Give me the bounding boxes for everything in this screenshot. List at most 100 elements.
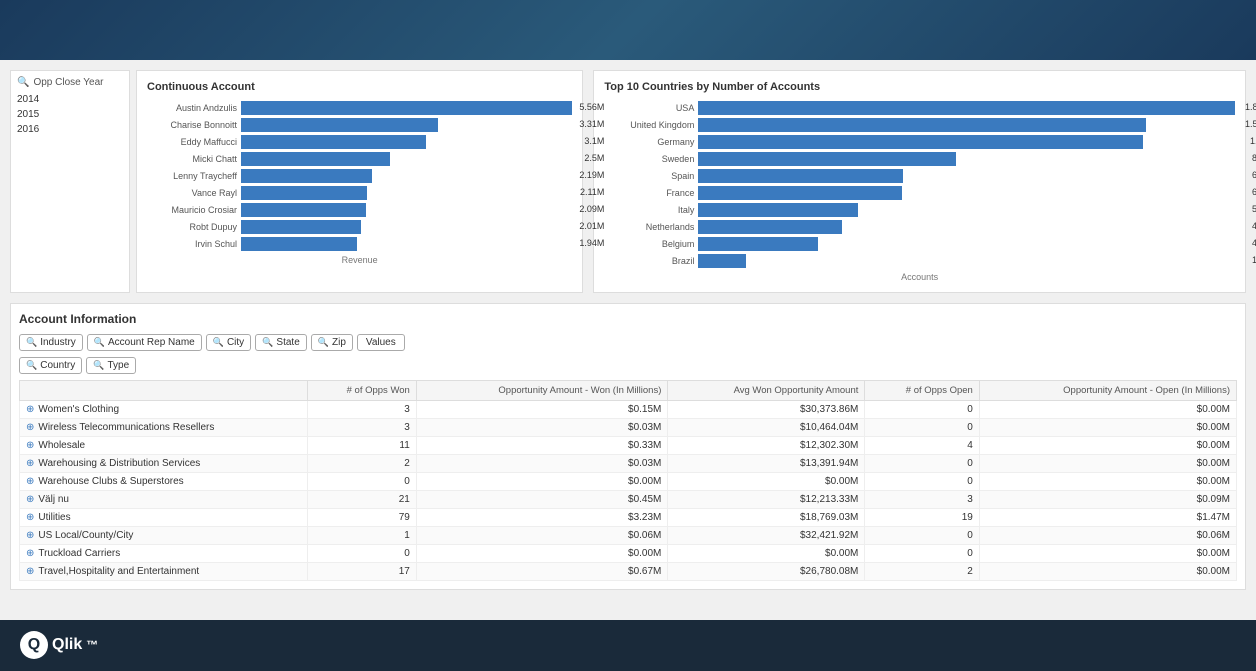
table-row[interactable]: ⊕Utilities 79 $3.23M $18,769.03M 19 $1.4…	[20, 509, 1237, 527]
country-bar-value: 484	[1252, 221, 1256, 231]
cont-bar-row: Vance Rayl 2.11M	[147, 186, 572, 200]
country-bar-value: 161	[1252, 255, 1256, 265]
country-bar-label: Sweden	[604, 154, 694, 164]
filter-chip-industry[interactable]: 🔍Industry	[19, 334, 83, 351]
cont-bar-fill	[241, 237, 357, 251]
row-opp-amt-won: $0.03M	[416, 419, 668, 437]
country-bar-row: Belgium 404	[604, 237, 1235, 251]
row-opp-amt-open: $0.00M	[979, 563, 1236, 581]
filter-chip-city[interactable]: 🔍City	[206, 334, 251, 351]
year-2015[interactable]: 2015	[17, 107, 123, 122]
cont-bar-fill	[241, 220, 361, 234]
country-bar-fill	[698, 101, 1235, 115]
filter-chip-country[interactable]: 🔍Country	[19, 357, 82, 374]
country-bar-container: 1.5k	[698, 135, 1235, 149]
filter-chip-zip[interactable]: 🔍Zip	[311, 334, 353, 351]
col-header-opp-amt-open: Opportunity Amount - Open (In Millions)	[979, 381, 1236, 401]
country-bar-container: 686	[698, 186, 1235, 200]
filter-chip-type[interactable]: 🔍Type	[86, 357, 136, 374]
cont-bar-label: Austin Andzulis	[147, 103, 237, 113]
top-countries-axis: Accounts	[604, 272, 1235, 282]
row-avg-won: $12,302.30M	[668, 437, 865, 455]
year-2014[interactable]: 2014	[17, 92, 123, 107]
cont-bar-value: 2.5M	[584, 153, 604, 163]
continuous-account-axis: Revenue	[147, 255, 572, 265]
cont-bar-value: 5.56M	[579, 102, 604, 112]
country-bar-fill	[698, 220, 841, 234]
country-bar-fill	[698, 118, 1146, 132]
table-row[interactable]: ⊕Wholesale 11 $0.33M $12,302.30M 4 $0.00…	[20, 437, 1237, 455]
country-bar-container: 689	[698, 169, 1235, 183]
table-row[interactable]: ⊕Välj nu 21 $0.45M $12,213.33M 3 $0.09M	[20, 491, 1237, 509]
cont-bar-label: Charise Bonnoitt	[147, 120, 237, 130]
row-opps-won: 79	[307, 509, 416, 527]
country-bar-row: Spain 689	[604, 169, 1235, 183]
row-name: ⊕Travel,Hospitality and Entertainment	[20, 563, 308, 581]
country-bar-fill	[698, 152, 956, 166]
row-name: ⊕Warehouse Clubs & Superstores	[20, 473, 308, 491]
row-avg-won: $18,769.03M	[668, 509, 865, 527]
cont-bar-fill	[241, 135, 426, 149]
cont-bar-container: 1.94M	[241, 237, 572, 251]
country-bar-container: 1.51k	[698, 118, 1235, 132]
main-content: 🔍 Opp Close Year 2014 2015 2016 Continuo…	[0, 60, 1256, 620]
row-opps-open: 4	[865, 437, 979, 455]
row-opp-amt-open: $0.00M	[979, 545, 1236, 563]
row-opp-amt-won: $0.15M	[416, 401, 668, 419]
table-row[interactable]: ⊕Travel,Hospitality and Entertainment 17…	[20, 563, 1237, 581]
row-avg-won: $10,464.04M	[668, 419, 865, 437]
search-icon: 🔍	[93, 360, 104, 371]
row-avg-won: $30,373.86M	[668, 401, 865, 419]
table-row[interactable]: ⊕Women's Clothing 3 $0.15M $30,373.86M 0…	[20, 401, 1237, 419]
year-2016[interactable]: 2016	[17, 122, 123, 137]
row-opps-won: 0	[307, 545, 416, 563]
filter-chip-account-rep-name[interactable]: 🔍Account Rep Name	[87, 334, 202, 351]
search-icon: 🔍	[318, 337, 329, 348]
cont-bar-value: 2.01M	[579, 221, 604, 231]
account-data-table: # of Opps Won Opportunity Amount - Won (…	[19, 380, 1237, 581]
country-bar-fill	[698, 169, 902, 183]
table-row[interactable]: ⊕US Local/County/City 1 $0.06M $32,421.9…	[20, 527, 1237, 545]
col-header-avg-won: Avg Won Opportunity Amount	[668, 381, 865, 401]
country-bar-container: 1.81k	[698, 101, 1235, 115]
row-opps-open: 0	[865, 419, 979, 437]
row-opps-won: 21	[307, 491, 416, 509]
cont-bar-container: 3.31M	[241, 118, 572, 132]
row-opps-won: 3	[307, 419, 416, 437]
search-icon: 🔍	[262, 337, 273, 348]
row-opps-open: 0	[865, 527, 979, 545]
row-avg-won: $32,421.92M	[668, 527, 865, 545]
cont-bar-container: 2.19M	[241, 169, 572, 183]
cont-bar-container: 2.5M	[241, 152, 572, 166]
country-bar-container: 404	[698, 237, 1235, 251]
cont-bar-row: Mauricio Crosiar 2.09M	[147, 203, 572, 217]
country-bar-container: 484	[698, 220, 1235, 234]
row-name: ⊕Välj nu	[20, 491, 308, 509]
col-header-opps-won: # of Opps Won	[307, 381, 416, 401]
table-row[interactable]: ⊕Wireless Telecommunications Resellers 3…	[20, 419, 1237, 437]
cont-bar-label: Robt Dupuy	[147, 222, 237, 232]
cont-bar-fill	[241, 203, 366, 217]
row-opps-won: 1	[307, 527, 416, 545]
charts-left-area: 🔍 Opp Close Year 2014 2015 2016 Continuo…	[10, 70, 583, 293]
filter-row-1: 🔍Industry🔍Account Rep Name🔍City🔍State🔍Zi…	[19, 334, 1237, 351]
filter-chip-state[interactable]: 🔍State	[255, 334, 307, 351]
row-opp-amt-open: $0.00M	[979, 455, 1236, 473]
account-info-section: Account Information 🔍Industry🔍Account Re…	[10, 303, 1246, 590]
cont-bar-row: Charise Bonnoitt 3.31M	[147, 118, 572, 132]
country-bar-row: USA 1.81k	[604, 101, 1235, 115]
table-row[interactable]: ⊕Warehousing & Distribution Services 2 $…	[20, 455, 1237, 473]
country-bar-value: 1.81k	[1245, 102, 1256, 112]
cont-bar-value: 2.19M	[579, 170, 604, 180]
country-bar-label: Brazil	[604, 256, 694, 266]
row-name: ⊕Warehousing & Distribution Services	[20, 455, 308, 473]
table-row[interactable]: ⊕Warehouse Clubs & Superstores 0 $0.00M …	[20, 473, 1237, 491]
cont-bar-fill	[241, 186, 367, 200]
values-button[interactable]: Values	[357, 334, 405, 351]
row-opp-amt-open: $0.00M	[979, 437, 1236, 455]
row-opps-open: 2	[865, 563, 979, 581]
row-avg-won: $12,213.33M	[668, 491, 865, 509]
cont-bar-value: 1.94M	[579, 238, 604, 248]
col-header-opps-open: # of Opps Open	[865, 381, 979, 401]
table-row[interactable]: ⊕Truckload Carriers 0 $0.00M $0.00M 0 $0…	[20, 545, 1237, 563]
